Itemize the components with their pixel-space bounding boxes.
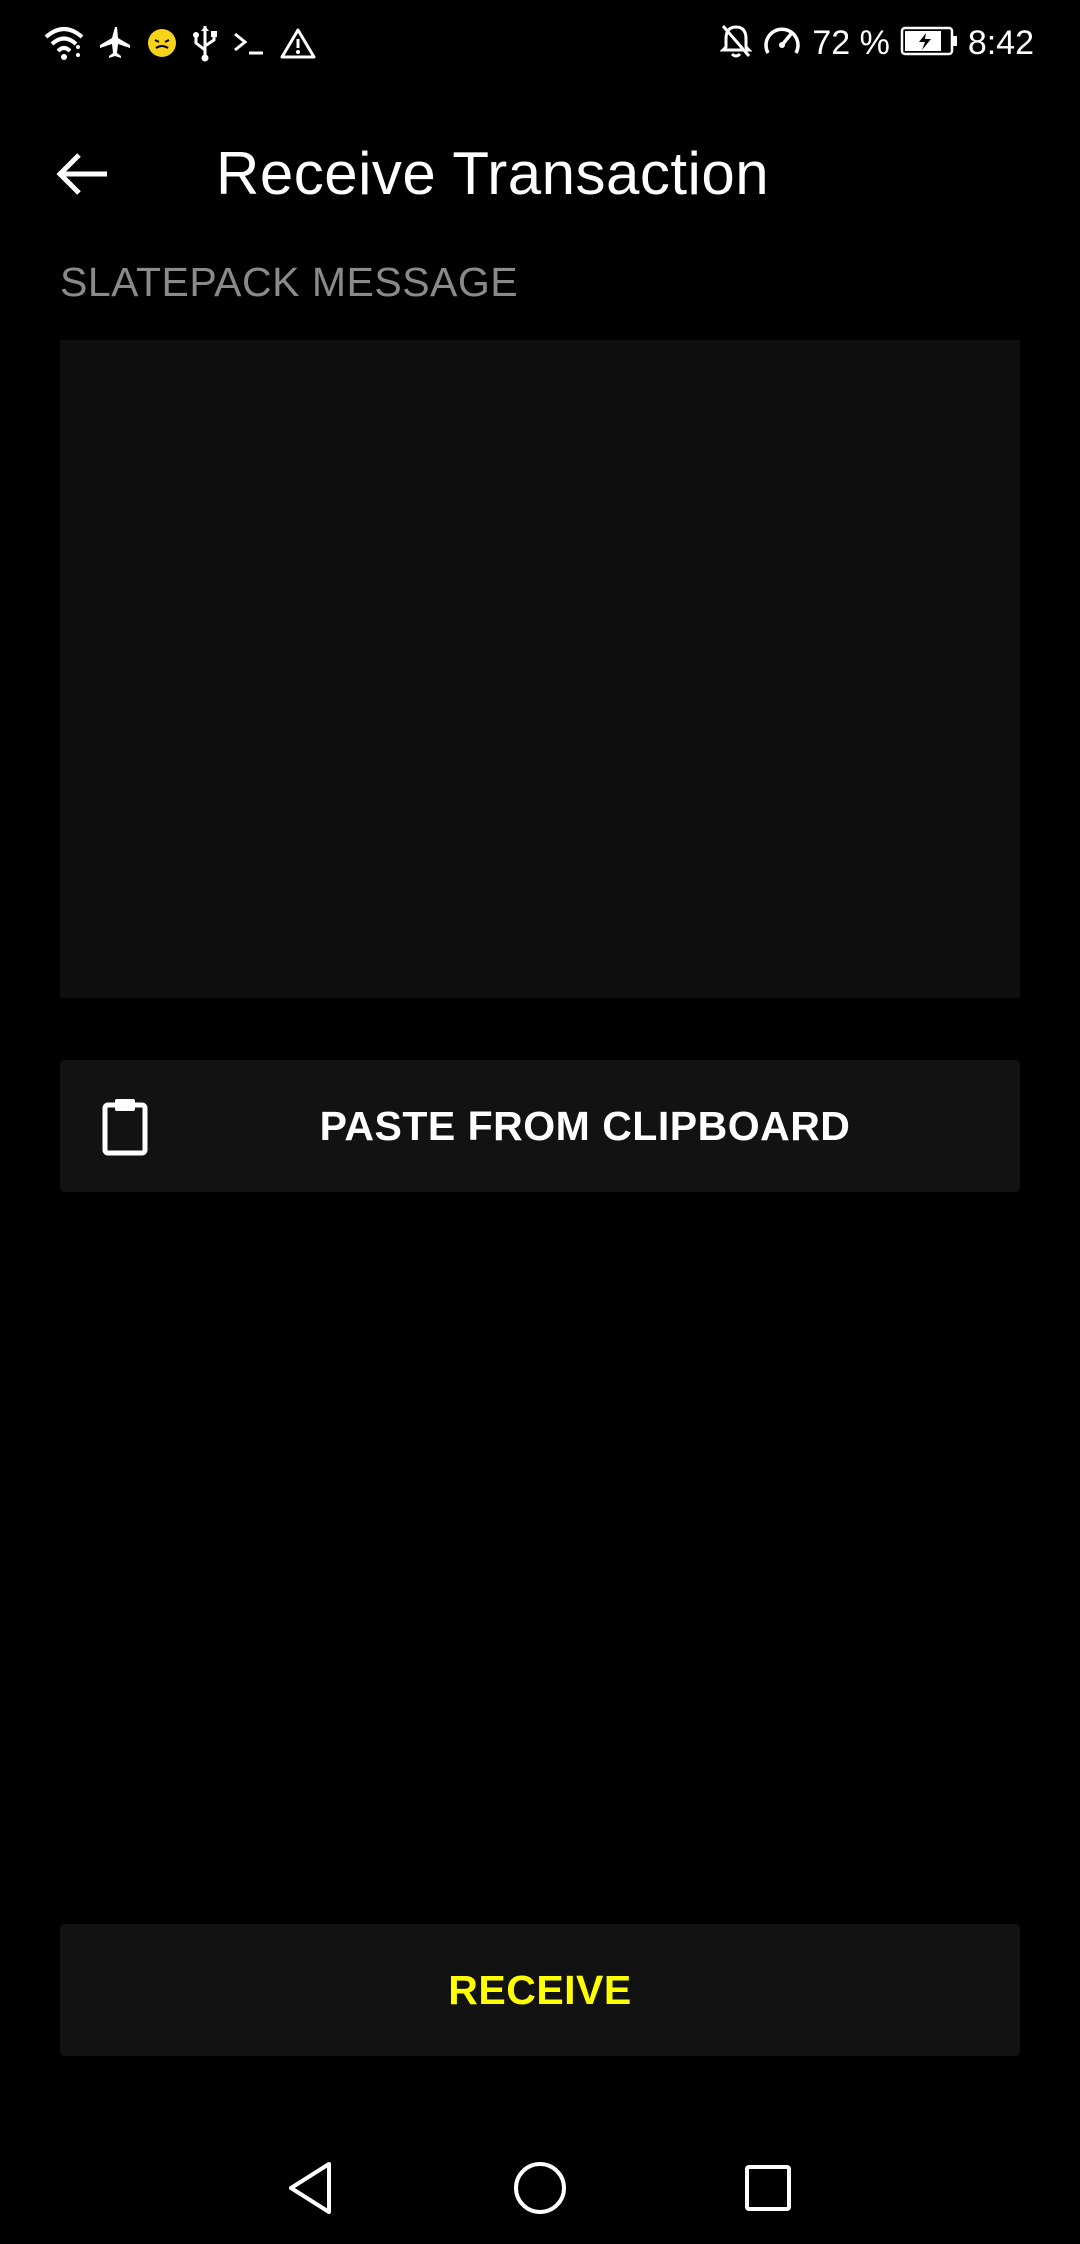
back-button[interactable]: [42, 136, 122, 216]
slatepack-message-label: SLATEPACK MESSAGE: [60, 259, 519, 305]
nav-home-button[interactable]: [500, 2150, 580, 2230]
nav-recents-button[interactable]: [728, 2150, 808, 2230]
status-right-icons: 72 % 8:42: [719, 20, 1034, 66]
status-time: 8:42: [967, 24, 1034, 62]
notifications-off-icon: [719, 23, 753, 64]
receive-transaction-screen: 72 % 8:42 Receive Transaction SLATEPACK …: [0, 0, 1080, 2244]
battery-percent: 72 %: [812, 24, 890, 62]
arrow-back-icon: [55, 151, 109, 202]
battery-charging-icon: [900, 25, 958, 62]
navigation-bar: [0, 2130, 1080, 2244]
nav-back-button[interactable]: [270, 2150, 350, 2230]
airplane-icon: [98, 25, 132, 61]
app-bar: Receive Transaction: [0, 110, 1080, 230]
paste-from-clipboard-button[interactable]: PASTE FROM CLIPBOARD: [60, 1060, 1020, 1192]
page-title: Receive Transaction: [216, 140, 770, 207]
emoji-icon: [146, 27, 178, 59]
speedometer-icon: [762, 23, 802, 64]
slatepack-message-input[interactable]: [60, 340, 1020, 998]
status-left-icons: [44, 20, 316, 66]
wifi-icon: [44, 25, 84, 61]
recents-square-icon: [743, 2163, 793, 2218]
back-triangle-icon: [285, 2160, 335, 2221]
receive-button[interactable]: RECEIVE: [60, 1924, 1020, 2056]
terminal-icon: [232, 29, 266, 57]
home-circle-icon: [512, 2160, 568, 2221]
warning-icon: [280, 27, 316, 59]
status-bar: 72 % 8:42: [0, 0, 1080, 86]
receive-button-label: RECEIVE: [448, 1967, 632, 2013]
paste-from-clipboard-label: PASTE FROM CLIPBOARD: [319, 1103, 851, 1149]
usb-icon: [192, 24, 218, 62]
